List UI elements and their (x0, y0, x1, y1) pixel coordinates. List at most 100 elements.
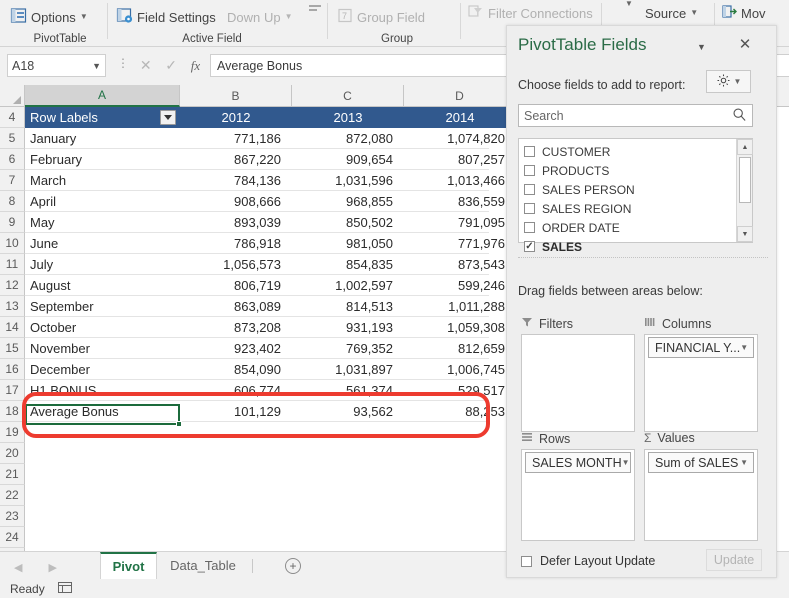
column-label-cell[interactable]: 2012 (180, 107, 292, 128)
filter-dropdown-icon[interactable] (160, 110, 176, 125)
value-cell[interactable]: 909,654 (292, 149, 404, 170)
field-list-item[interactable]: PRODUCTS (524, 161, 734, 180)
value-cell[interactable]: 872,080 (292, 128, 404, 149)
value-cell[interactable]: 873,208 (180, 317, 292, 338)
search-icon[interactable] (732, 107, 747, 125)
layout-view-icon[interactable] (58, 582, 72, 596)
value-cell[interactable]: 806,719 (180, 275, 292, 296)
value-cell[interactable]: 931,193 (292, 317, 404, 338)
field-checkbox[interactable] (524, 203, 535, 214)
row-label-cell[interactable]: February (25, 149, 180, 170)
field-settings-button[interactable]: Field Settings (116, 6, 216, 28)
row-header-8[interactable]: 8 (0, 191, 25, 212)
value-cell[interactable]: 807,257 (404, 149, 516, 170)
value-cell[interactable]: 1,031,596 (292, 170, 404, 191)
chevron-down-icon[interactable]: ▼ (285, 13, 293, 21)
value-cell[interactable]: 968,855 (292, 191, 404, 212)
value-cell[interactable]: 836,559 (404, 191, 516, 212)
change-data-source-button[interactable]: Source ▼ (645, 2, 698, 24)
field-checkbox[interactable] (524, 146, 535, 157)
value-cell[interactable]: 599,246 (404, 275, 516, 296)
chevron-down-icon[interactable]: ▼ (622, 458, 630, 467)
field-list-item[interactable]: CUSTOMER (524, 142, 734, 161)
row-header-12[interactable]: 12 (0, 275, 25, 296)
value-cell[interactable]: 771,186 (180, 128, 292, 149)
row-header-9[interactable]: 9 (0, 212, 25, 233)
name-box[interactable]: A18 ▼ (7, 54, 106, 77)
field-list-item[interactable]: ✓ SALES (524, 237, 734, 256)
chevron-down-icon[interactable]: ▼ (740, 343, 748, 352)
row-header-11[interactable]: 11 (0, 254, 25, 275)
row-labels-header-cell[interactable]: Row Labels (25, 107, 180, 128)
row-label-cell[interactable]: April (25, 191, 180, 212)
chevron-down-icon[interactable]: ▼ (80, 13, 88, 21)
row-label-cell[interactable]: November (25, 338, 180, 359)
value-cell[interactable]: 1,074,820 (404, 128, 516, 149)
field-checkbox[interactable] (524, 165, 535, 176)
field-search-input[interactable]: Search (518, 104, 753, 127)
row-header-10[interactable]: 10 (0, 233, 25, 254)
value-cell[interactable]: 908,666 (180, 191, 292, 212)
prev-sheet-icon[interactable]: ◀ (14, 561, 22, 574)
close-icon[interactable]: ✕ (737, 36, 753, 53)
row-header-4[interactable]: 4 (0, 107, 25, 128)
row-header-5[interactable]: 5 (0, 128, 25, 149)
column-header-a[interactable]: A (25, 85, 180, 107)
pane-tools-button[interactable]: ▼ (706, 70, 751, 93)
value-cell[interactable]: 786,918 (180, 233, 292, 254)
filter-connections-button[interactable]: Filter Connections (468, 2, 593, 24)
row-header-17[interactable]: 17 (0, 380, 25, 401)
row-header-14[interactable]: 14 (0, 317, 25, 338)
defer-layout-update-row[interactable]: Defer Layout Update (521, 554, 655, 568)
value-cell[interactable]: 1,013,466 (404, 170, 516, 191)
confirm-icon[interactable]: ✓ (165, 57, 177, 74)
value-cell[interactable]: 1,011,288 (404, 296, 516, 317)
row-header-6[interactable]: 6 (0, 149, 25, 170)
sheet-tab-data-table[interactable]: Data_Table (157, 552, 249, 579)
value-cell[interactable]: 771,976 (404, 233, 516, 254)
value-cell[interactable]: 893,039 (180, 212, 292, 233)
field-list-item[interactable]: SALES REGION (524, 199, 734, 218)
group-field-button[interactable]: 7 Group Field (338, 6, 425, 28)
value-cell[interactable]: 863,089 (180, 296, 292, 317)
field-list-item[interactable]: ORDER DATE (524, 218, 734, 237)
row-header-23[interactable]: 23 (0, 506, 25, 527)
row-label-cell[interactable]: August (25, 275, 180, 296)
scroll-up-arrow-icon[interactable]: ▲ (737, 139, 753, 155)
row-header-22[interactable]: 22 (0, 485, 25, 506)
values-field-pill[interactable]: Sum of SALES ▼ (648, 452, 754, 473)
row-header-16[interactable]: 16 (0, 359, 25, 380)
row-label-cell[interactable]: December (25, 359, 180, 380)
chevron-down-icon[interactable]: ▼ (92, 61, 101, 71)
row-header-15[interactable]: 15 (0, 338, 25, 359)
value-cell[interactable]: 1,002,597 (292, 275, 404, 296)
value-cell[interactable]: 784,136 (180, 170, 292, 191)
chevron-down-icon[interactable]: ▼ (690, 9, 698, 17)
row-label-cell[interactable]: May (25, 212, 180, 233)
field-checkbox[interactable] (524, 222, 535, 233)
column-label-cell[interactable]: 2014 (404, 107, 516, 128)
value-cell[interactable]: 1,006,745 (404, 359, 516, 380)
pivottable-options-button[interactable]: Options ▼ (10, 6, 88, 28)
filters-drop-area[interactable] (521, 334, 635, 432)
value-cell[interactable]: 854,090 (180, 359, 292, 380)
row-label-cell[interactable]: October (25, 317, 180, 338)
move-down-button[interactable]: Down (227, 6, 260, 28)
row-header-7[interactable]: 7 (0, 170, 25, 191)
sheet-tab-pivot[interactable]: Pivot (100, 552, 157, 579)
next-sheet-icon[interactable]: ▶ (48, 561, 56, 574)
value-cell[interactable]: 1,056,573 (180, 254, 292, 275)
row-header-13[interactable]: 13 (0, 296, 25, 317)
select-all-corner[interactable] (0, 85, 25, 107)
column-label-cell[interactable]: 2013 (292, 107, 404, 128)
cancel-icon[interactable]: ✕ (140, 57, 152, 74)
rows-field-pill[interactable]: SALES MONTH ▼ (525, 452, 631, 473)
row-header-24[interactable]: 24 (0, 527, 25, 548)
row-label-cell[interactable]: June (25, 233, 180, 254)
chevron-down-icon[interactable]: ▼ (734, 77, 742, 86)
row-label-cell[interactable]: March (25, 170, 180, 191)
column-header-b[interactable]: B (180, 85, 292, 107)
value-cell[interactable]: 1,031,897 (292, 359, 404, 380)
value-cell[interactable]: 769,352 (292, 338, 404, 359)
insert-function-icon[interactable]: fx (191, 58, 200, 74)
